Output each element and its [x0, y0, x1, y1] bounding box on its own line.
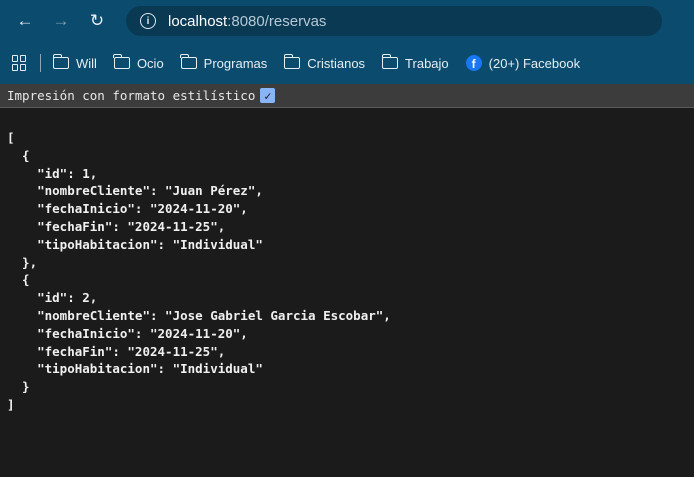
folder-icon: [381, 54, 399, 69]
json-line: "tipoHabitacion": "Individual": [7, 361, 263, 377]
bookmark-label: Trabajo: [405, 55, 449, 71]
folder-icon: [52, 54, 69, 69]
bookmark-facebook[interactable]: f (20+) Facebook: [465, 55, 581, 71]
bookmark-folder-ocio[interactable]: Ocio: [113, 54, 164, 71]
forward-arrow-icon[interactable]: →: [46, 6, 76, 36]
folder-icon: [180, 54, 197, 69]
json-line: "fechaInicio": "2024-11-20",: [7, 201, 248, 217]
bookmark-folder-cristianos[interactable]: Cristianos: [283, 54, 366, 71]
pretty-print-checkbox[interactable]: ✓: [260, 88, 276, 103]
bookmarks-divider: [40, 54, 41, 72]
address-bar[interactable]: i localhost:8080/reservas: [126, 6, 662, 36]
url-host: localhost: [168, 12, 228, 30]
bookmark-label: Programas: [203, 55, 268, 71]
pretty-print-bar: Impresión con formato estilístico ✓: [0, 84, 694, 108]
apps-grid-icon[interactable]: [12, 55, 28, 71]
json-line: "id": 2,: [7, 290, 98, 306]
bookmark-folder-will[interactable]: Will: [52, 54, 97, 71]
reload-icon[interactable]: ↻: [82, 6, 112, 36]
json-line: "tipoHabitacion": "Individual": [7, 236, 263, 252]
json-line: "id": 1,: [7, 165, 98, 181]
json-line: }: [7, 379, 30, 395]
pretty-print-label: Impresión con formato estilístico: [7, 88, 256, 103]
browser-toolbar: ← → ↻ i localhost:8080/reservas: [0, 0, 694, 42]
bookmark-label: Cristianos: [307, 55, 366, 71]
url-path: :8080/reservas: [227, 12, 327, 30]
bookmark-folder-programas[interactable]: Programas: [180, 54, 268, 71]
json-content: [ { "id": 1, "nombreCliente": "Juan Pére…: [7, 129, 391, 414]
json-line: "fechaFin": "2024-11-25",: [7, 343, 226, 359]
json-line: "nombreCliente": "Jose Gabriel Garcia Es…: [7, 307, 391, 323]
bookmark-label: Ocio: [136, 55, 164, 71]
json-line: },: [7, 254, 38, 270]
facebook-icon: f: [465, 55, 482, 71]
json-line: [: [7, 130, 15, 145]
folder-icon: [283, 54, 301, 69]
bookmark-label: (20+) Facebook: [488, 55, 581, 71]
site-info-icon[interactable]: i: [140, 13, 156, 29]
json-line: {: [7, 147, 30, 163]
bookmark-label: Will: [76, 55, 97, 71]
json-line: {: [7, 272, 30, 288]
json-line: "nombreCliente": "Juan Pérez",: [7, 183, 263, 199]
bookmark-folder-trabajo[interactable]: Trabajo: [381, 54, 449, 71]
back-arrow-icon[interactable]: ←: [10, 6, 40, 36]
json-line: "fechaInicio": "2024-11-20",: [7, 325, 248, 341]
json-line: ]: [7, 396, 15, 412]
folder-icon: [113, 54, 130, 69]
bookmarks-bar: Will Ocio Programas Cristianos Trabajo f…: [0, 42, 694, 84]
json-line: "fechaFin": "2024-11-25",: [7, 218, 226, 234]
